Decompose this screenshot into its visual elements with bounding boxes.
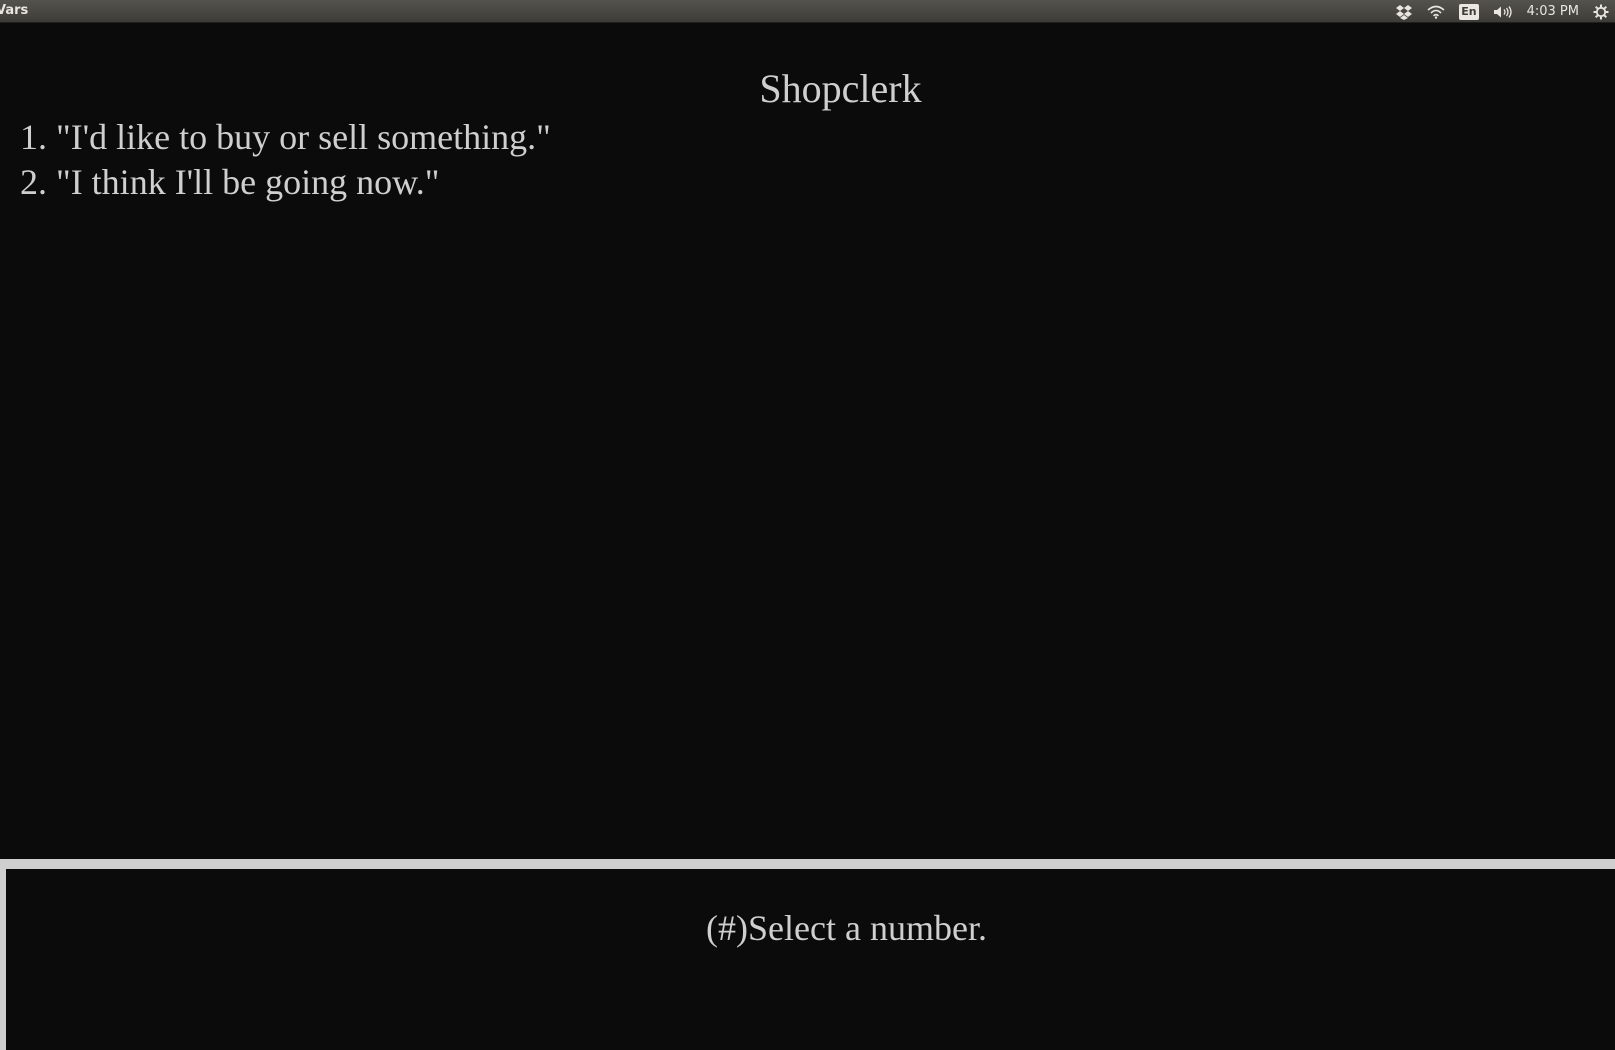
keyboard-layout-label: En xyxy=(1459,3,1479,20)
gear-icon[interactable] xyxy=(1593,0,1609,23)
dialog-option-buy-sell[interactable]: 1. "I'd like to buy or sell something." xyxy=(20,115,551,160)
panel-divider xyxy=(0,859,1615,869)
system-tray: En 4:03 PM xyxy=(1395,0,1609,23)
system-top-panel: Vars En 4:03 PM xyxy=(0,0,1615,23)
volume-icon[interactable] xyxy=(1493,0,1513,23)
dropbox-icon[interactable] xyxy=(1395,0,1413,23)
dialog-panel: Shopclerk 1. "I'd like to buy or sell so… xyxy=(0,23,1615,859)
dialog-options-list: 1. "I'd like to buy or sell something." … xyxy=(20,115,551,205)
input-prompt: (#)Select a number. xyxy=(706,908,987,948)
prompt-panel: (#)Select a number. xyxy=(0,869,1615,1050)
keyboard-layout-indicator[interactable]: En xyxy=(1459,0,1479,23)
window-title: Vars xyxy=(0,3,29,18)
dialog-option-leave[interactable]: 2. "I think I'll be going now." xyxy=(20,160,551,205)
wifi-icon[interactable] xyxy=(1427,0,1445,23)
speaker-name: Shopclerk xyxy=(759,66,922,111)
clock[interactable]: 4:03 PM xyxy=(1527,0,1579,23)
